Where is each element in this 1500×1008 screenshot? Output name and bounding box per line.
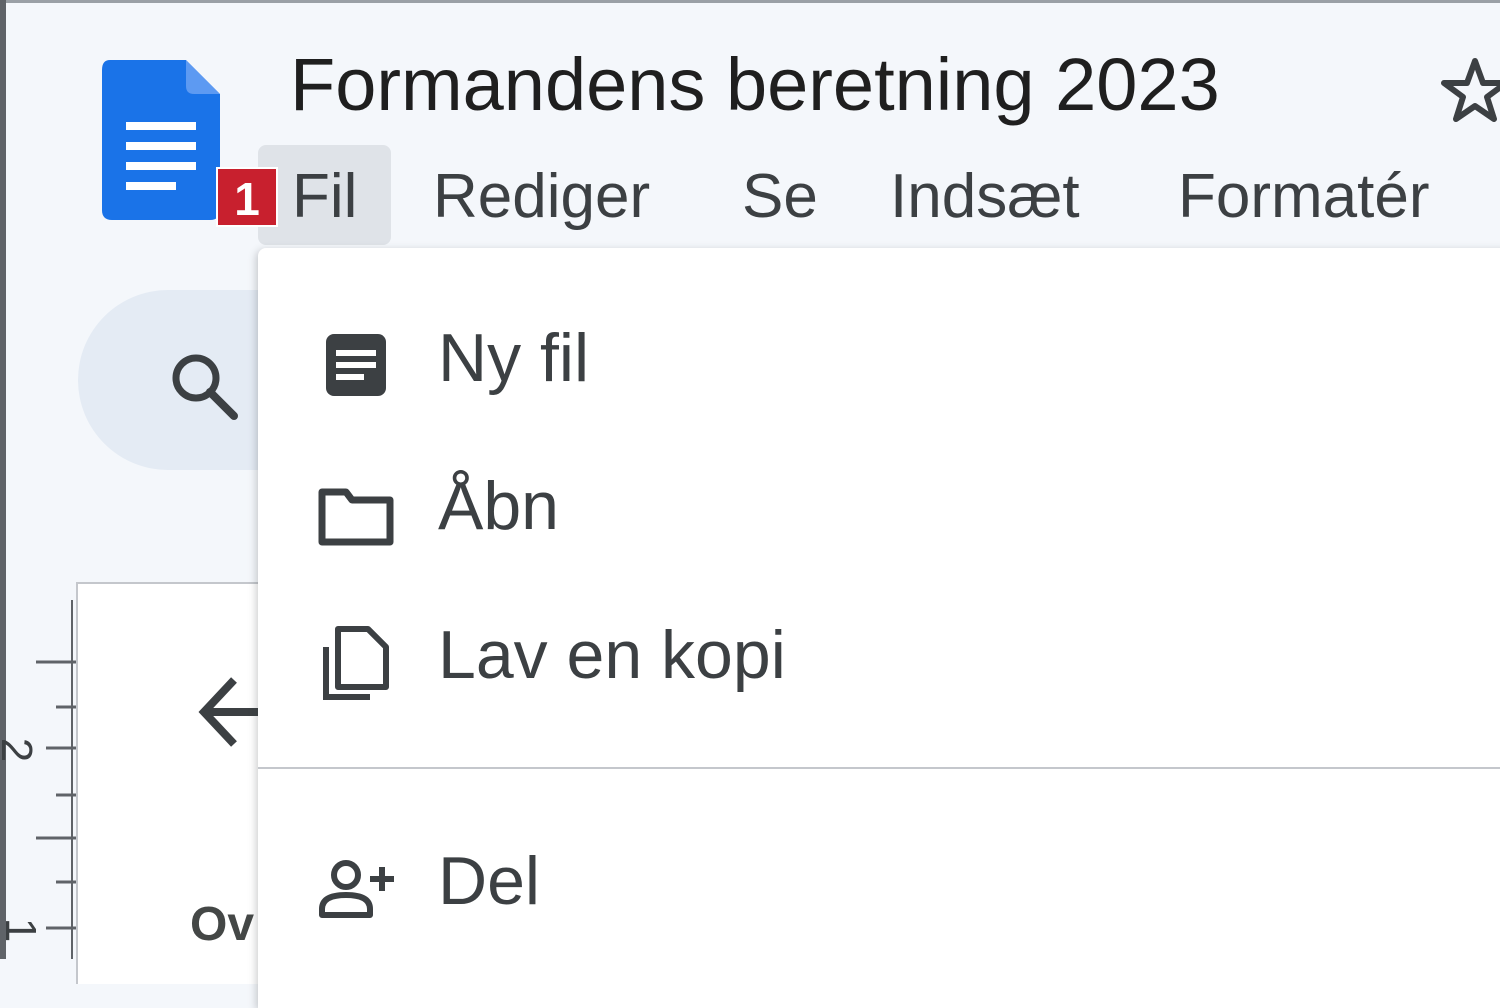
menu-item-open[interactable]: Åbn	[258, 451, 1500, 561]
menu-item-make-copy[interactable]: Lav en kopi	[258, 600, 1500, 710]
document-icon	[326, 334, 386, 396]
annotation-badge: 1	[216, 167, 278, 227]
folder-icon	[318, 488, 394, 546]
menu-bar: Fil Rediger Se Indsæt Formatér	[258, 145, 1500, 245]
docs-logo-icon[interactable]	[102, 60, 220, 220]
menu-item-label: Åbn	[438, 468, 559, 544]
menu-item-label: Ny fil	[438, 320, 590, 396]
ruler-label-1: 1	[0, 917, 46, 943]
ruler-label-2: 2	[0, 738, 41, 762]
copy-icon	[323, 626, 389, 700]
menu-file[interactable]: Fil	[258, 145, 392, 245]
menu-item-share[interactable]: Del	[258, 826, 1500, 936]
document-title[interactable]: Formandens beretning 2023	[290, 40, 1220, 130]
file-menu-dropdown: Ny fil Åbn Lav en kopi Del	[258, 248, 1500, 1008]
star-icon[interactable]	[1440, 55, 1500, 125]
menu-format[interactable]: Formatér	[1178, 145, 1429, 245]
menu-item-label: Lav en kopi	[438, 617, 786, 693]
menu-item-new-file[interactable]: Ny fil	[258, 303, 1500, 413]
vertical-ruler	[36, 600, 76, 959]
search-icon[interactable]	[166, 348, 242, 424]
menu-item-label: Del	[438, 843, 541, 919]
menu-divider	[258, 767, 1500, 769]
person-add-icon	[319, 860, 394, 918]
menu-insert[interactable]: Indsæt	[890, 145, 1080, 245]
outline-label: Ov	[190, 898, 255, 951]
window-top-border	[0, 0, 1500, 3]
menu-view[interactable]: Se	[742, 145, 818, 245]
menu-edit[interactable]: Rediger	[433, 145, 650, 245]
